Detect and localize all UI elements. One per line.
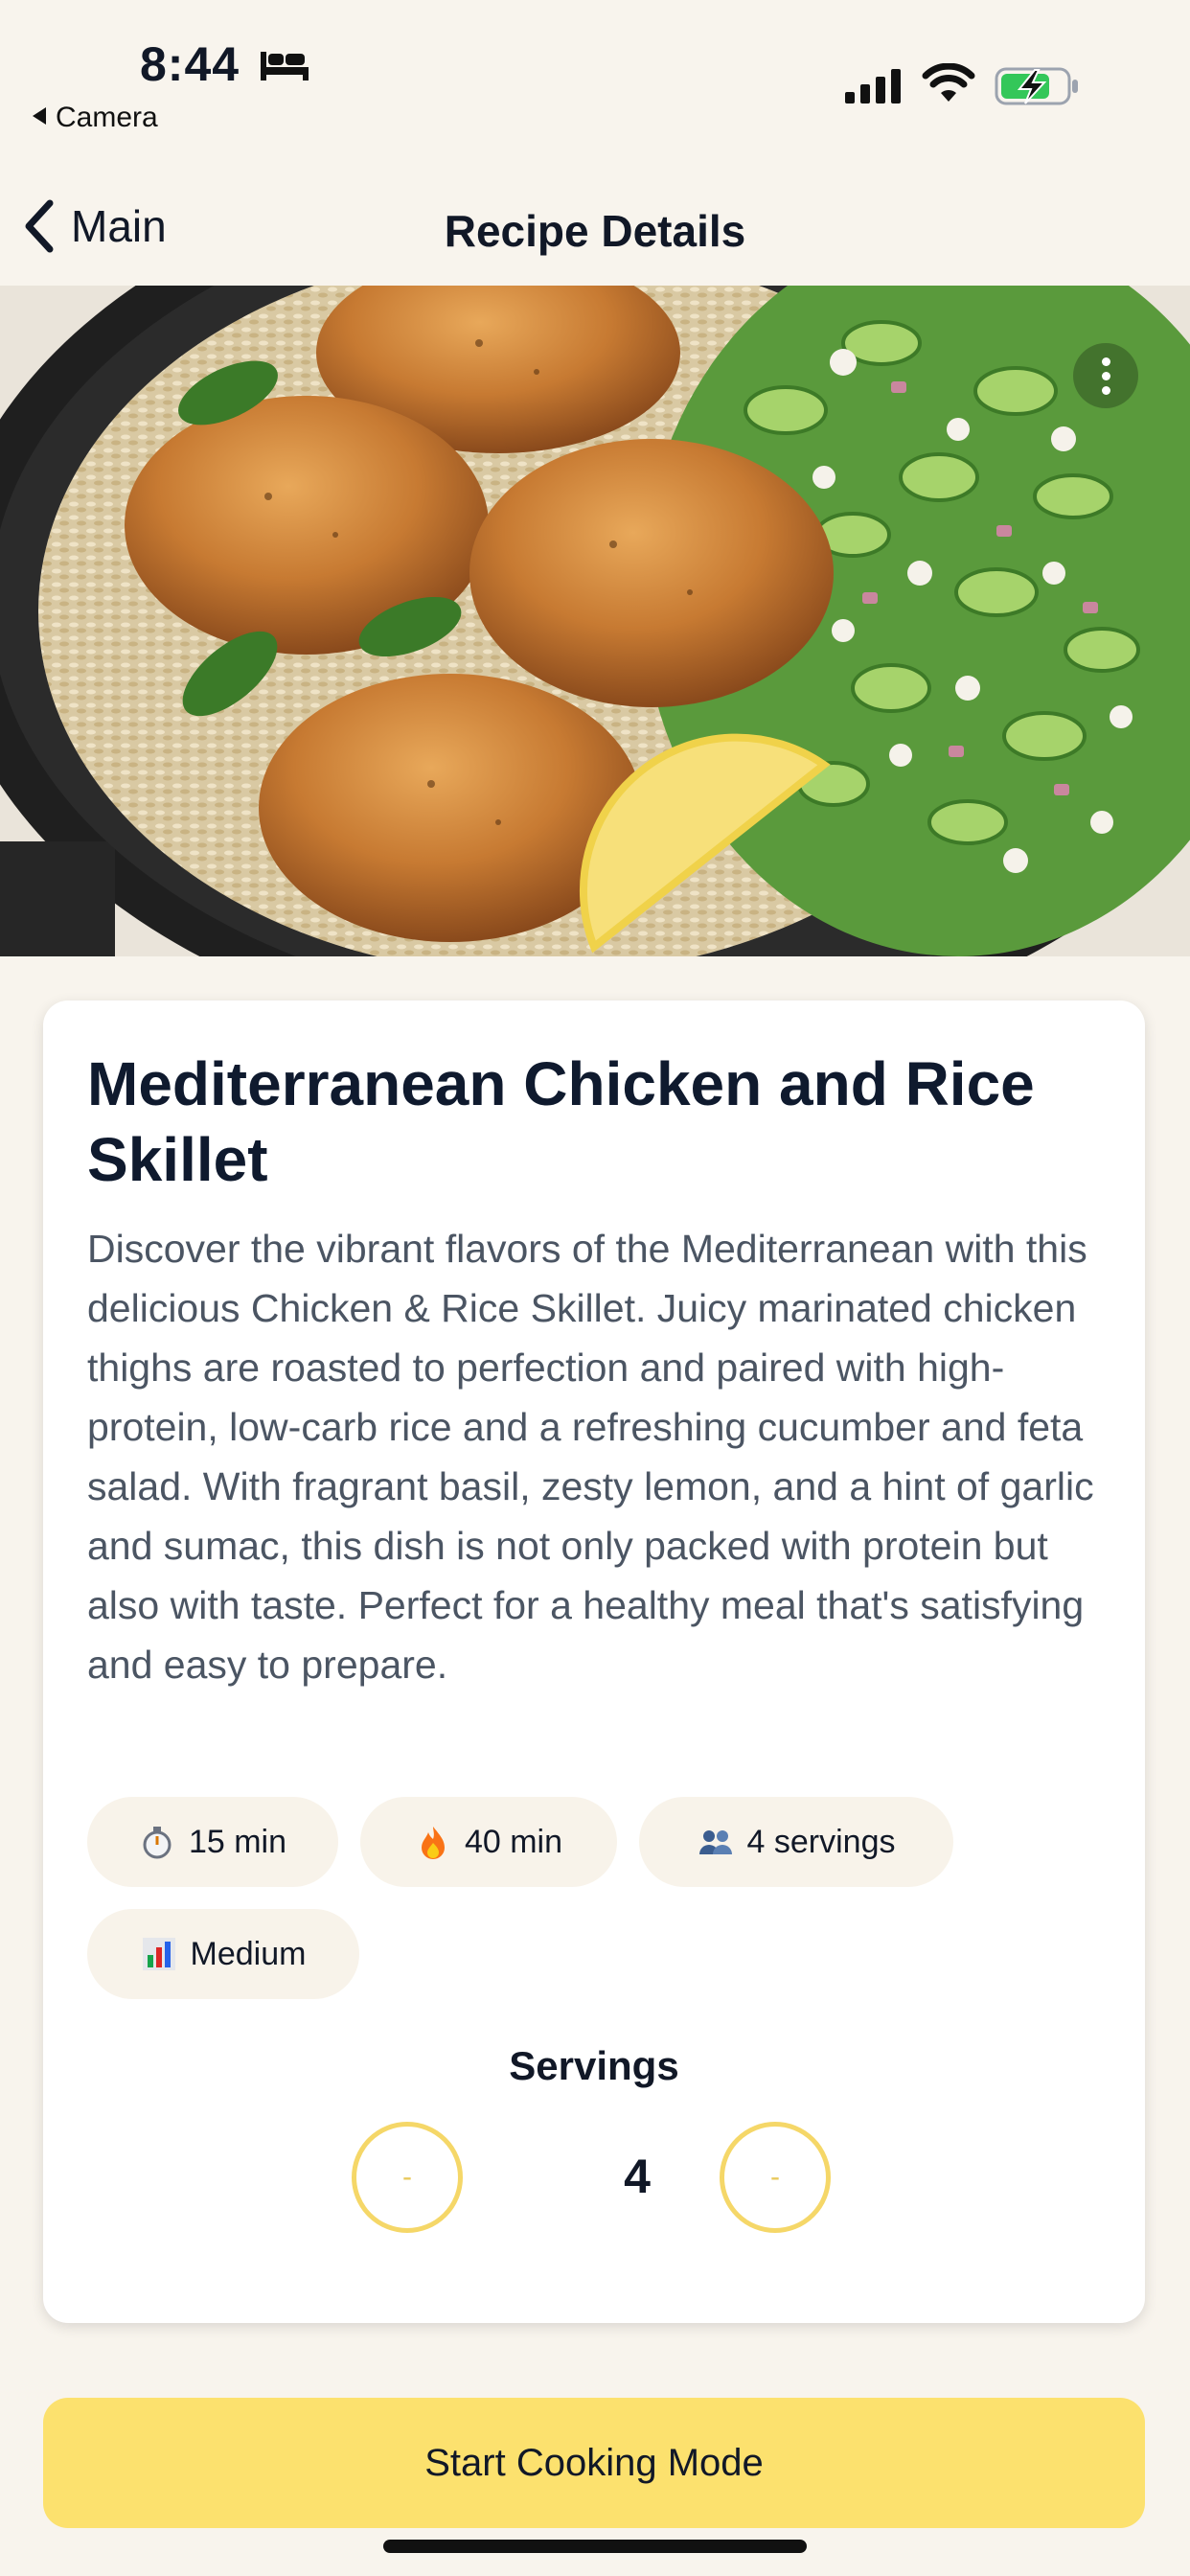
- servings-value: 4: [624, 2150, 651, 2203]
- chip-label: 40 min: [464, 1823, 563, 1860]
- fire-icon: [421, 1827, 445, 1859]
- dot-icon: [1101, 385, 1110, 395]
- bed-icon: [261, 52, 309, 80]
- recipe-title: Mediterranean Chicken and Rice Skillet: [87, 1049, 1035, 1194]
- difficulty-chip: Medium: [87, 1909, 359, 1999]
- wifi-icon: [922, 63, 975, 102]
- status-bar: 8:44 Camera: [0, 0, 1190, 163]
- status-time: 8:44: [140, 37, 240, 91]
- recipe-hero-image: [0, 286, 1190, 956]
- back-triangle-icon: [33, 107, 46, 125]
- back-app-label: Camera: [56, 102, 158, 133]
- food-photo-illustration: [0, 286, 1190, 956]
- more-options-button[interactable]: [1073, 343, 1138, 408]
- navigation-bar: Main Recipe Details: [0, 172, 1190, 286]
- battery-charging-icon: [995, 67, 1078, 105]
- increase-servings-button[interactable]: -: [720, 2122, 831, 2233]
- stopwatch-icon: [143, 1827, 172, 1859]
- chip-label: 4 servings: [746, 1823, 896, 1860]
- recipe-card: Mediterranean Chicken and Rice Skillet D…: [43, 1000, 1145, 2323]
- decrease-servings-button[interactable]: -: [352, 2122, 463, 2233]
- chip-label: 15 min: [188, 1823, 287, 1860]
- page-title: Recipe Details: [444, 206, 746, 256]
- start-cooking-mode-button[interactable]: Start Cooking Mode: [43, 2398, 1145, 2528]
- people-icon: [698, 1830, 732, 1854]
- back-to-app-link[interactable]: Camera: [33, 102, 158, 134]
- chip-label: Medium: [190, 1935, 307, 1972]
- prep-time-chip: 15 min: [87, 1797, 338, 1887]
- servings-chip: 4 servings: [639, 1797, 953, 1887]
- dot-icon: [1101, 356, 1110, 366]
- cellular-signal-icon: [845, 69, 901, 104]
- bar-chart-icon: [142, 1938, 175, 1970]
- servings-label: Servings: [509, 2043, 679, 2088]
- recipe-description: Discover the vibrant flavors of the Medi…: [87, 1227, 1094, 1687]
- cook-time-chip: 40 min: [360, 1797, 617, 1887]
- dot-icon: [1101, 371, 1110, 380]
- home-indicator[interactable]: [383, 2540, 807, 2553]
